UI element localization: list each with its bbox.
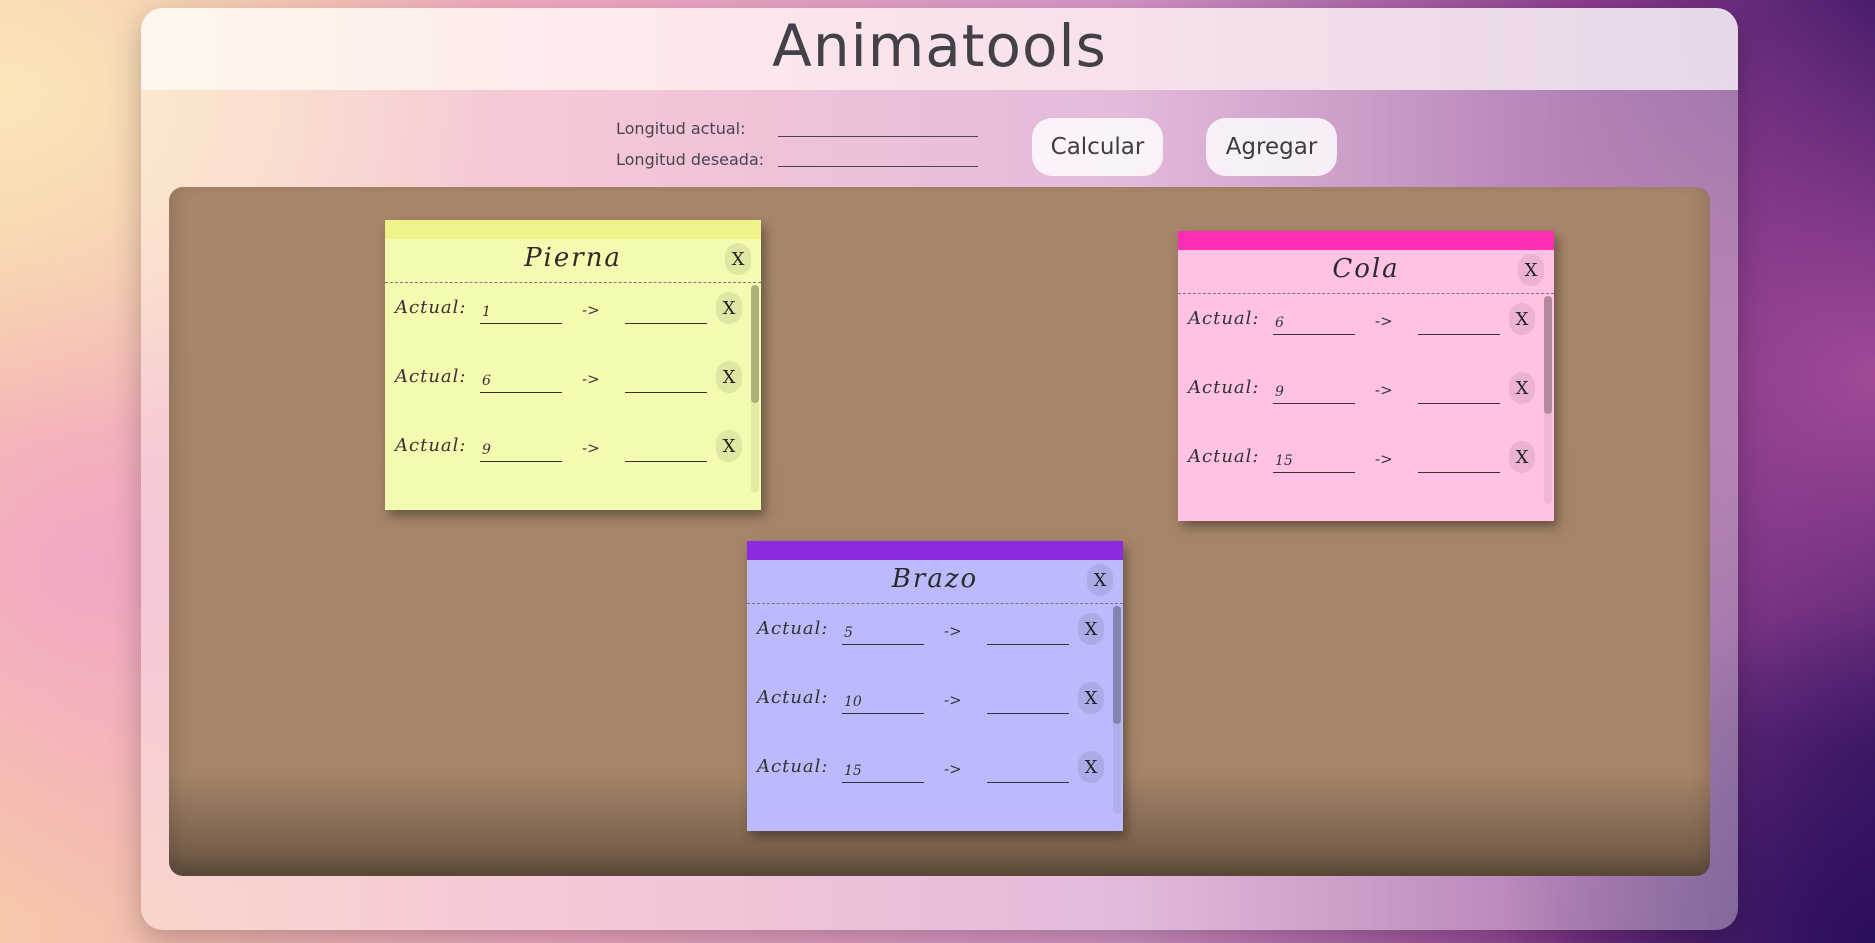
measurement-row: Actual: -> X (385, 354, 761, 412)
note-cola[interactable]: Cola X Actual: -> X Actual: -> (1178, 231, 1554, 521)
row-label: Actual: (1188, 308, 1260, 329)
delete-note-button[interactable]: X (1087, 564, 1113, 596)
current-value-input[interactable] (1273, 450, 1355, 473)
note-scrollbar-thumb[interactable] (1544, 296, 1552, 414)
target-value-input[interactable] (987, 691, 1069, 714)
current-value-input[interactable] (1273, 312, 1355, 335)
delete-row-button[interactable]: X (716, 361, 742, 393)
note-rows[interactable]: Actual: -> X Actual: -> X Actual (385, 283, 761, 509)
note-rows[interactable]: Actual: -> X Actual: -> X Actual (1178, 294, 1554, 520)
delete-row-button[interactable]: X (1509, 441, 1535, 473)
note-title: Brazo (891, 564, 979, 594)
note-scrollbar-thumb[interactable] (751, 285, 759, 403)
current-value-input[interactable] (842, 760, 924, 783)
arrow-text: -> (944, 691, 962, 709)
current-value-input[interactable] (480, 301, 562, 324)
delete-row-button[interactable]: X (716, 430, 742, 462)
note-header: Brazo X (747, 560, 1123, 604)
measurement-row: Actual: -> X (747, 606, 1123, 664)
note-drag-strip[interactable] (385, 220, 761, 239)
arrow-text: -> (582, 370, 600, 388)
measurement-row: Actual: -> X (1178, 365, 1554, 423)
target-value-input[interactable] (1418, 450, 1500, 473)
arrow-text: -> (944, 622, 962, 640)
target-value-input[interactable] (987, 622, 1069, 645)
delete-note-button[interactable]: X (725, 243, 751, 275)
app-header: Animatools (141, 8, 1738, 90)
length-controls: Longitud actual: Longitud deseada: Calcu… (141, 90, 1738, 195)
row-label: Actual: (395, 435, 467, 456)
note-scrollbar[interactable] (751, 285, 759, 493)
note-rows[interactable]: Actual: -> X Actual: -> X Actual (747, 604, 1123, 830)
row-label: Actual: (757, 756, 829, 777)
row-label: Actual: (757, 687, 829, 708)
note-drag-strip[interactable] (1178, 231, 1554, 250)
current-value-input[interactable] (842, 691, 924, 714)
measurement-row: Actual: -> X (747, 675, 1123, 733)
delete-row-button[interactable]: X (1509, 303, 1535, 335)
current-value-input[interactable] (480, 439, 562, 462)
arrow-text: -> (582, 301, 600, 319)
target-value-input[interactable] (625, 370, 707, 393)
app-title: Animatools (772, 12, 1107, 80)
target-value-input[interactable] (1418, 312, 1500, 335)
arrow-text: -> (1375, 450, 1393, 468)
note-body: Pierna X Actual: -> X Actual: -> (385, 239, 761, 510)
app-window: Animatools Longitud actual: Longitud des… (141, 8, 1738, 930)
delete-row-button[interactable]: X (1078, 682, 1104, 714)
note-pierna[interactable]: Pierna X Actual: -> X Actual: -> (385, 220, 761, 510)
current-value-input[interactable] (480, 370, 562, 393)
row-label: Actual: (1188, 377, 1260, 398)
arrow-text: -> (944, 760, 962, 778)
arrow-text: -> (1375, 381, 1393, 399)
note-body: Brazo X Actual: -> X Actual: -> (747, 560, 1123, 831)
arrow-text: -> (1375, 312, 1393, 330)
measurement-row: Actual: -> X (1178, 434, 1554, 492)
desired-length-input[interactable] (778, 142, 978, 167)
current-value-input[interactable] (1273, 381, 1355, 404)
note-scrollbar[interactable] (1544, 296, 1552, 504)
measurement-row: Actual: -> X (1178, 296, 1554, 354)
add-button[interactable]: Agregar (1206, 118, 1337, 176)
current-length-input[interactable] (778, 112, 978, 137)
target-value-input[interactable] (625, 301, 707, 324)
delete-row-button[interactable]: X (1078, 613, 1104, 645)
delete-row-button[interactable]: X (1509, 372, 1535, 404)
delete-row-button[interactable]: X (1078, 751, 1104, 783)
current-value-input[interactable] (842, 622, 924, 645)
row-label: Actual: (395, 297, 467, 318)
note-title: Pierna (524, 243, 622, 273)
note-header: Cola X (1178, 250, 1554, 294)
note-title: Cola (1332, 254, 1400, 284)
measurement-row: Actual: -> X (385, 423, 761, 481)
delete-note-button[interactable]: X (1518, 254, 1544, 286)
row-label: Actual: (395, 366, 467, 387)
note-scrollbar[interactable] (1113, 606, 1121, 814)
calculate-button[interactable]: Calcular (1032, 118, 1163, 176)
row-label: Actual: (1188, 446, 1260, 467)
note-drag-strip[interactable] (747, 541, 1123, 560)
row-label: Actual: (757, 618, 829, 639)
cork-board: Pierna X Actual: -> X Actual: -> (169, 187, 1710, 876)
target-value-input[interactable] (1418, 381, 1500, 404)
target-value-input[interactable] (625, 439, 707, 462)
note-body: Cola X Actual: -> X Actual: -> (1178, 250, 1554, 521)
measurement-row: Actual: -> X (747, 744, 1123, 802)
delete-row-button[interactable]: X (716, 292, 742, 324)
target-value-input[interactable] (987, 760, 1069, 783)
arrow-text: -> (582, 439, 600, 457)
measurement-row: Actual: -> X (385, 285, 761, 343)
note-header: Pierna X (385, 239, 761, 283)
desired-length-label: Longitud deseada: (616, 150, 765, 169)
note-scrollbar-thumb[interactable] (1113, 606, 1121, 724)
note-brazo[interactable]: Brazo X Actual: -> X Actual: -> (747, 541, 1123, 831)
current-length-label: Longitud actual: (616, 119, 746, 138)
